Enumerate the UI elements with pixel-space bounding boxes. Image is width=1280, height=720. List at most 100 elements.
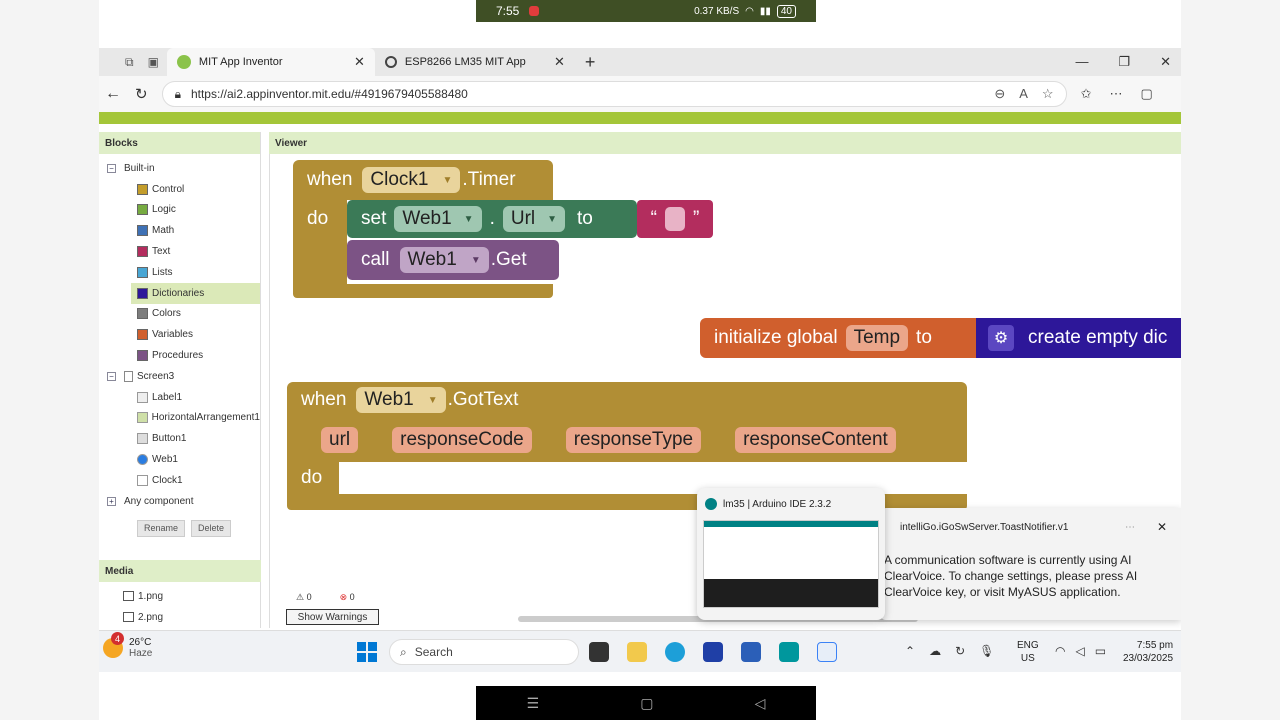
builtin-item-label: Lists — [152, 266, 173, 278]
empty-text-block[interactable]: “ ” — [637, 200, 713, 238]
file-explorer-icon[interactable] — [627, 642, 647, 662]
microsoft-store-icon[interactable] — [741, 642, 761, 662]
delete-button[interactable]: Delete — [191, 519, 232, 537]
media-file[interactable]: 1.png — [99, 586, 261, 607]
sidebar-icon[interactable]: ▢ — [1140, 86, 1152, 102]
builtin-item[interactable]: Math — [99, 220, 260, 241]
workspaces-icon[interactable]: ⧉ — [125, 55, 134, 70]
gear-icon[interactable]: ⚙ — [988, 325, 1014, 351]
web1-dropdown[interactable]: Web1 ▼ — [356, 387, 446, 413]
cloud-icon[interactable]: ☁ — [929, 644, 941, 658]
collapse-icon[interactable]: − — [107, 371, 116, 381]
edge-browser-icon[interactable] — [665, 642, 685, 662]
component-item[interactable]: Label1 — [99, 387, 260, 408]
builtin-item[interactable]: Dictionaries — [131, 282, 260, 304]
zoom-out-icon[interactable]: ⊖ — [994, 86, 1005, 102]
url-property-dropdown[interactable]: Url ▼ — [502, 206, 566, 232]
taskbar-search[interactable]: ⌕ Search — [389, 639, 579, 665]
do-keyword: do — [301, 467, 323, 488]
component-item[interactable]: Clock1 — [99, 470, 260, 491]
more-icon[interactable]: ⋯ — [1109, 86, 1122, 102]
close-window-icon[interactable]: ✕ — [1160, 54, 1171, 70]
arduino-window-preview[interactable]: lm35 | Arduino IDE 2.3.2 — [697, 488, 885, 620]
home-icon[interactable]: ▢ — [640, 695, 653, 712]
initialize-global-block[interactable]: initialize global Temp to — [700, 318, 976, 358]
builtin-item[interactable]: Lists — [99, 262, 260, 283]
read-aloud-icon[interactable]: A — [1019, 86, 1028, 102]
media-file[interactable]: 2.png — [99, 607, 261, 628]
component-item[interactable]: Web1 — [99, 449, 260, 470]
new-tab-icon[interactable]: + — [575, 52, 596, 73]
builtin-item[interactable]: Colors — [99, 304, 260, 325]
sync-icon[interactable]: ↻ — [955, 644, 965, 658]
param-responsecode[interactable]: responseCode — [392, 427, 532, 453]
category-color-swatch — [137, 246, 148, 258]
restore-icon[interactable]: ❐ — [1118, 54, 1130, 70]
refresh-icon[interactable]: ↻ — [135, 85, 148, 103]
back-icon[interactable]: ← — [105, 85, 121, 103]
any-component-node[interactable]: + Any component — [99, 491, 260, 512]
expand-icon[interactable]: + — [107, 496, 116, 506]
media-title: Media — [99, 560, 261, 582]
snipping-tool-icon[interactable] — [817, 642, 837, 662]
favorite-star-icon[interactable]: ☆ — [1042, 86, 1054, 102]
set-keyword: set — [361, 208, 387, 229]
text-field[interactable] — [665, 207, 685, 231]
param-url[interactable]: url — [321, 427, 359, 453]
set-web1-url-block[interactable]: set Web1 ▼ . Url ▼ to — [347, 200, 637, 238]
url-field[interactable]: 🔒︎ https://ai2.appinventor.mit.edu/#4919… — [161, 81, 1067, 107]
call-web1-get-block[interactable]: call Web1 ▼ .Get — [347, 240, 559, 280]
back-nav-icon[interactable]: ◁ — [755, 695, 766, 712]
close-icon[interactable]: ✕ — [554, 54, 565, 70]
task-view-icon[interactable] — [589, 642, 609, 662]
weather-widget[interactable]: 4 26°C Haze — [103, 632, 152, 659]
param-responsecontent[interactable]: responseContent — [735, 427, 896, 453]
toast-notification[interactable]: intelliGo.iGoSwServer.ToastNotifier.v1 ⋯… — [880, 508, 1181, 620]
create-empty-dictionary-block[interactable]: ⚙ create empty dic — [976, 318, 1181, 358]
close-icon[interactable]: ✕ — [1157, 520, 1167, 534]
builtin-item-label: Colors — [152, 308, 181, 320]
builtin-item-label: Logic — [152, 204, 176, 216]
screen3-node[interactable]: − Screen3 — [99, 366, 260, 387]
clock[interactable]: 7:55 pm 23/03/2025 — [1123, 639, 1173, 665]
component-item[interactable]: Button1 — [99, 428, 260, 449]
show-warnings-button[interactable]: Show Warnings — [286, 609, 379, 625]
web1-dropdown[interactable]: Web1 ▼ — [394, 206, 482, 232]
windows-start-icon[interactable] — [357, 642, 377, 662]
component-icon — [137, 474, 148, 486]
recent-apps-icon[interactable]: ☰ — [527, 695, 540, 712]
clock-time: 7:55 pm — [1136, 640, 1174, 651]
param-responsetype[interactable]: responseType — [565, 427, 702, 453]
clock1-dropdown[interactable]: Clock1 ▼ — [362, 167, 461, 193]
component-item[interactable]: HorizontalArrangement1 — [99, 408, 260, 429]
rename-button[interactable]: Rename — [137, 519, 186, 537]
close-icon[interactable]: ✕ — [354, 54, 365, 70]
more-icon[interactable]: ⋯ — [1125, 522, 1135, 533]
builtin-item[interactable]: Procedures — [99, 345, 260, 366]
microphone-icon[interactable]: 🎙︎ — [979, 644, 994, 658]
builtin-item[interactable]: Logic — [99, 200, 260, 221]
builtin-item[interactable]: Variables — [99, 324, 260, 345]
language-indicator[interactable]: ENG US — [1017, 639, 1039, 665]
to-keyword: to — [577, 208, 593, 229]
tab-esp8266[interactable]: ESP8266 LM35 MIT App ✕ — [375, 48, 575, 76]
tab-label: ESP8266 LM35 MIT App — [404, 56, 526, 68]
tab-label: MIT App Inventor — [198, 56, 283, 68]
builtin-item[interactable]: Control — [99, 179, 260, 200]
wifi-icon: ◠ — [1055, 644, 1066, 658]
tab-mit-app-inventor[interactable]: MIT App Inventor ✕ — [166, 48, 375, 76]
collapse-icon[interactable]: − — [107, 163, 116, 173]
quick-settings[interactable]: ◠ ◁ ▭ — [1055, 644, 1106, 658]
arduino-ide-icon[interactable] — [779, 642, 799, 662]
tab-actions-icon[interactable]: ▣ — [148, 55, 159, 70]
minimize-icon[interactable]: — — [1075, 54, 1088, 70]
chevron-up-icon[interactable]: ⌃ — [905, 644, 915, 658]
variable-name-field[interactable]: Temp — [845, 325, 909, 351]
builtin-node[interactable]: − Built-in — [99, 158, 260, 179]
builtin-item[interactable]: Text — [99, 241, 260, 262]
web1-dropdown[interactable]: Web1 ▼ — [399, 247, 489, 273]
weather-badge: 4 — [111, 632, 124, 645]
tab-favicon-icon — [384, 56, 397, 68]
myasus-icon[interactable] — [703, 642, 723, 662]
favorites-icon[interactable]: ✩ — [1081, 86, 1092, 102]
